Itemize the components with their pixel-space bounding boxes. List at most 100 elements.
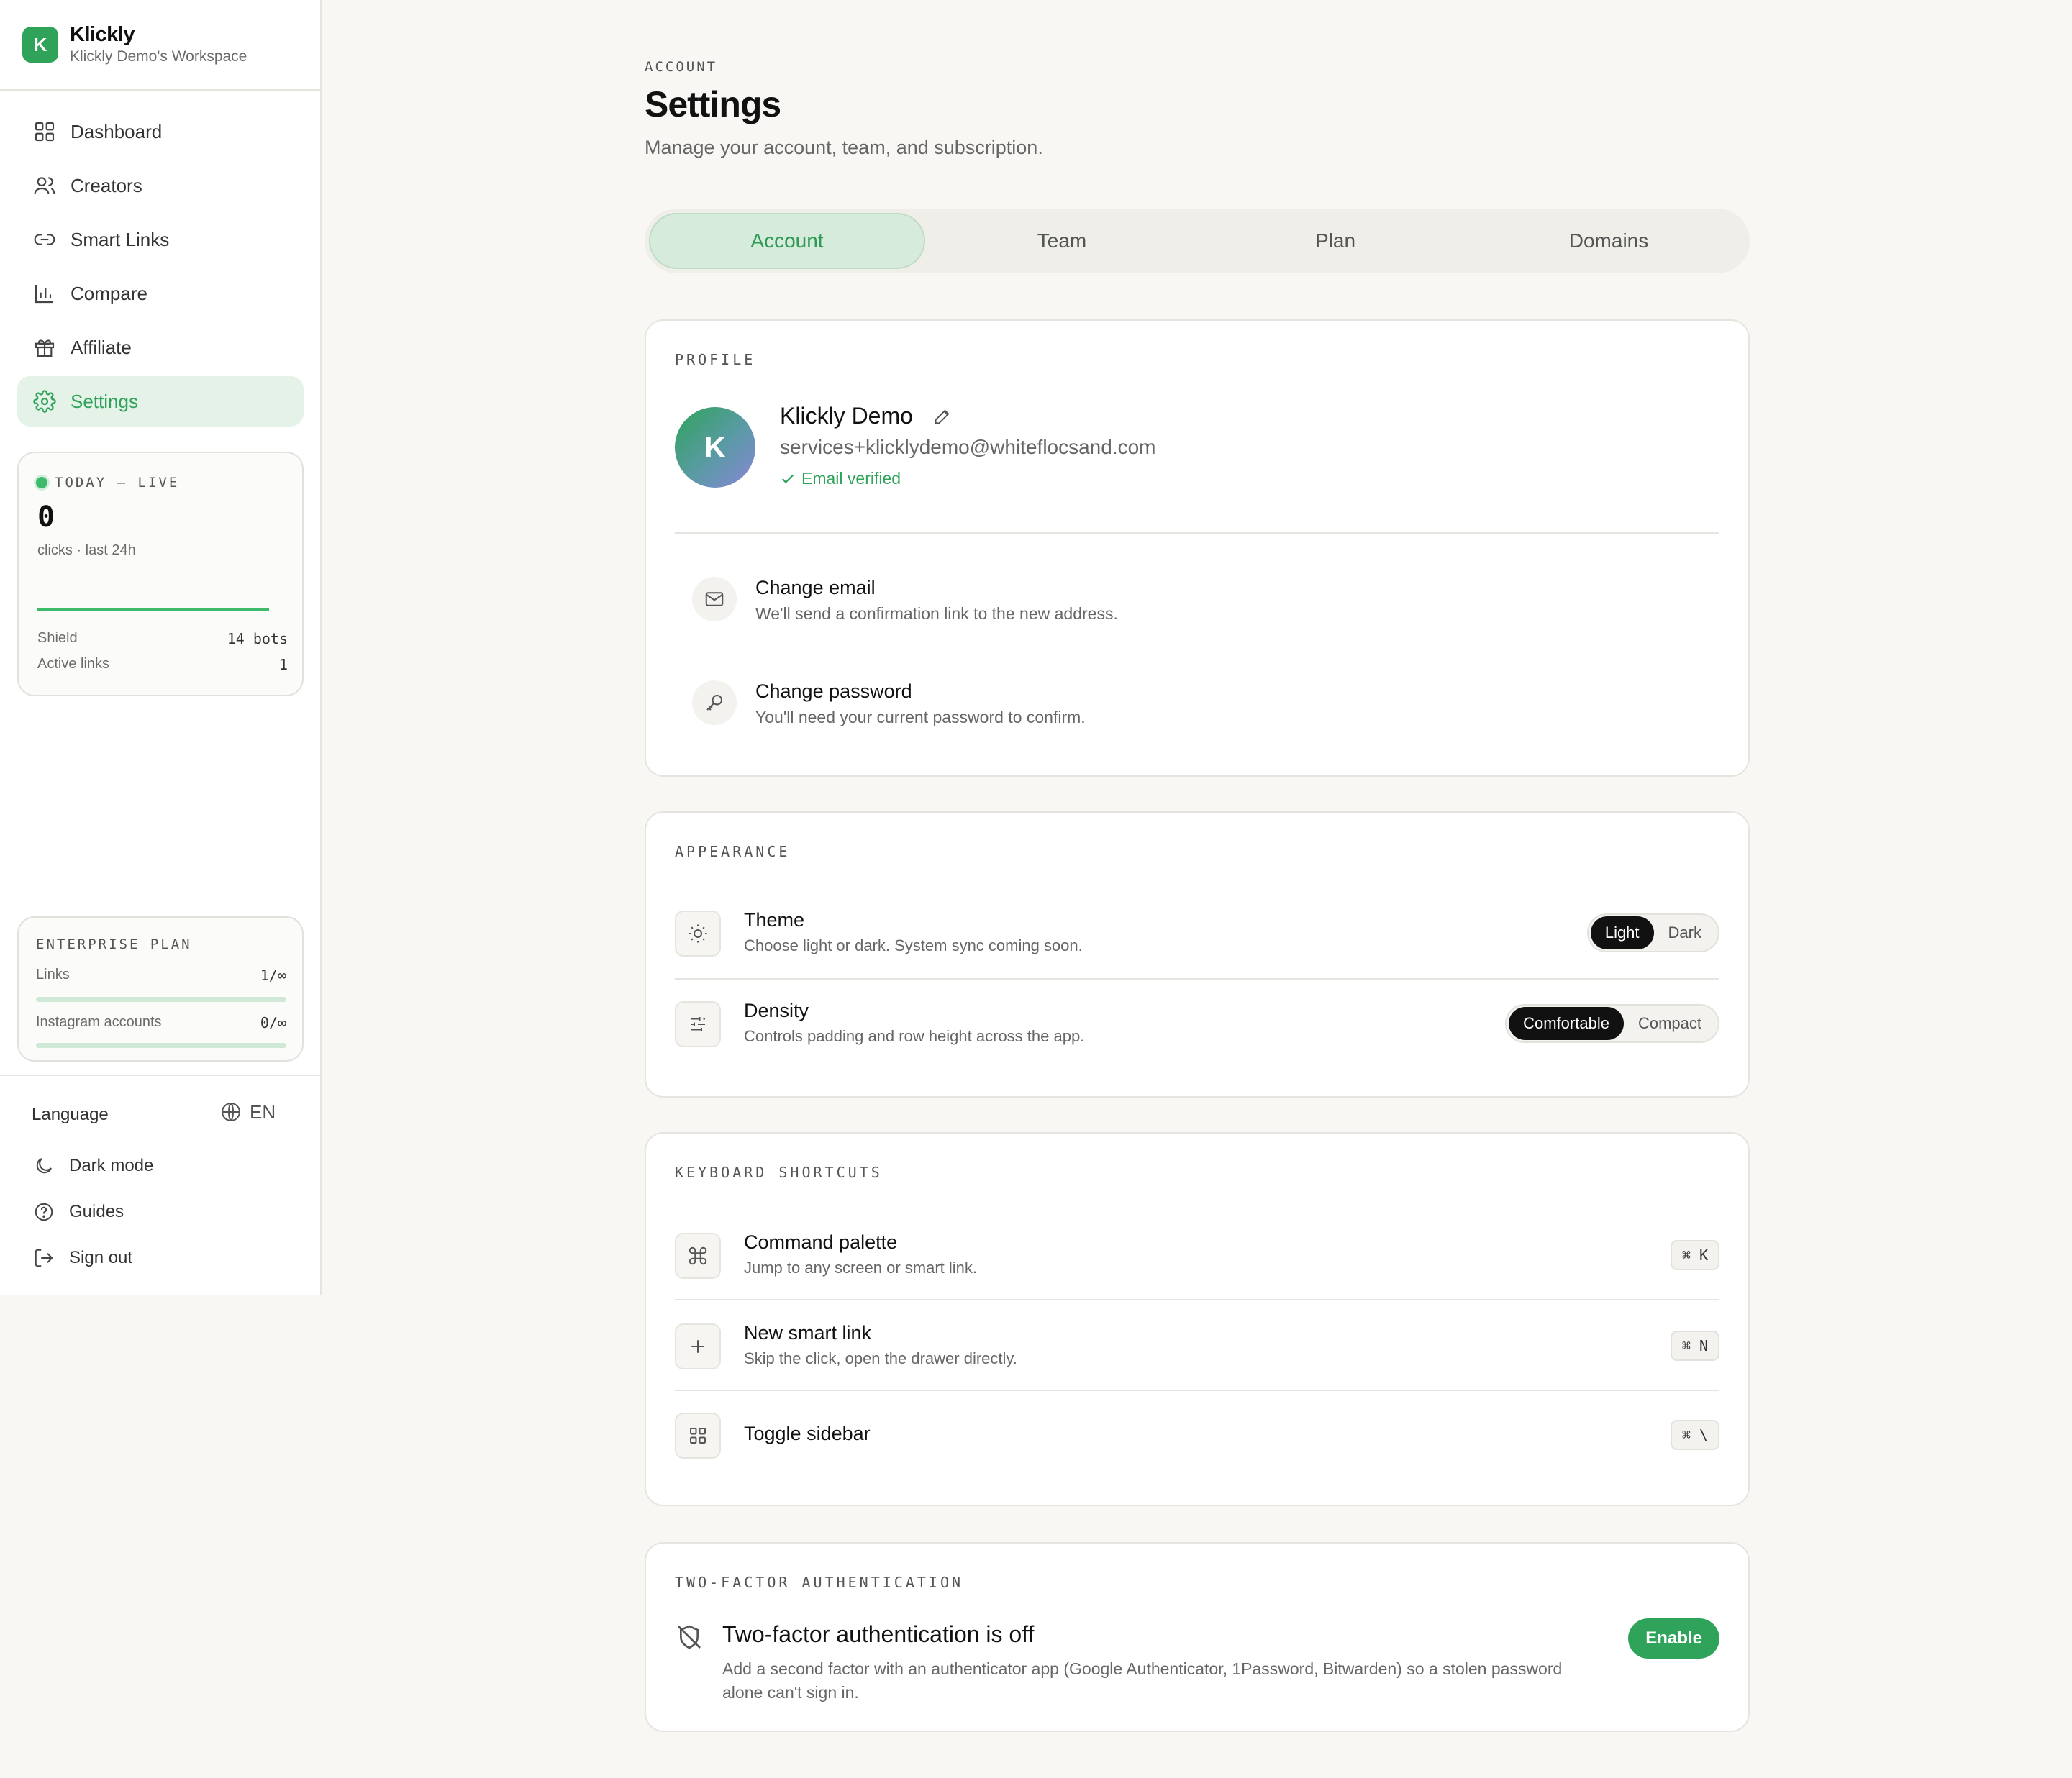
density-option-comfortable[interactable]: Comfortable [1509, 1007, 1624, 1040]
dark-mode-button[interactable]: Dark mode [32, 1154, 153, 1178]
plan-links-label: Links [36, 967, 70, 983]
sidebar-item-label: Smart Links [71, 228, 170, 250]
sidebar-item-label: Compare [71, 282, 147, 304]
pencil-icon[interactable] [932, 406, 953, 427]
appearance-card: APPEARANCE Theme Choose light or dark. S… [645, 811, 1750, 1098]
profile-name-row: Klickly Demo [780, 403, 953, 429]
page-eyebrow: ACCOUNT [645, 59, 718, 75]
gear-icon [32, 388, 58, 414]
sidebar-item-compare[interactable]: Compare [17, 268, 304, 319]
change-email-desc: We'll send a confirmation link to the ne… [755, 604, 1118, 623]
bar-chart-icon [32, 281, 58, 306]
language-selector[interactable]: EN [219, 1100, 276, 1123]
active-links-label: Active links [37, 656, 110, 672]
shortcut-key: ⌘ N [1670, 1331, 1719, 1361]
sidebar-item-affiliate[interactable]: Affiliate [17, 322, 304, 373]
shortcut-desc: Jump to any screen or smart link. [744, 1259, 978, 1277]
live-clicks-value: 0 [37, 501, 55, 534]
divider [675, 532, 1719, 534]
command-icon [675, 1233, 721, 1279]
shortcut-title: New smart link [744, 1322, 872, 1344]
density-toggle: Comfortable Compact [1505, 1004, 1719, 1043]
section-label: APPEARANCE [675, 843, 791, 860]
sidebar-item-settings[interactable]: Settings [17, 376, 304, 427]
enable-2fa-button[interactable]: Enable [1628, 1618, 1719, 1659]
profile-name: Klickly Demo [780, 403, 913, 429]
email-verified-badge: Email verified [780, 469, 901, 488]
moon-icon [32, 1154, 56, 1178]
sidebar-item-label: Settings [71, 390, 138, 412]
tab-team[interactable]: Team [925, 213, 1199, 269]
sun-icon [675, 911, 721, 957]
avatar[interactable]: K [675, 407, 755, 488]
mail-icon [692, 577, 737, 621]
divider [675, 978, 1719, 980]
shield-label: Shield [37, 630, 78, 646]
grid-icon [675, 1413, 721, 1459]
plan-card[interactable]: ENTERPRISE PLAN Links 1/∞ Instagram acco… [17, 916, 304, 1062]
density-option-compact[interactable]: Compact [1624, 1007, 1716, 1040]
theme-toggle: Light Dark [1586, 913, 1719, 952]
shield-value: 14 bots [227, 630, 288, 647]
help-circle-icon [32, 1200, 56, 1224]
change-password-title: Change password [755, 680, 912, 702]
plan-links-value: 1/∞ [260, 967, 286, 984]
sign-out-button[interactable]: Sign out [32, 1246, 132, 1270]
sidebar-item-dashboard[interactable]: Dashboard [17, 106, 304, 157]
log-out-icon [32, 1246, 56, 1270]
theme-title: Theme [744, 909, 805, 931]
live-label: TODAY — LIVE [55, 475, 180, 491]
live-clicks-caption: clicks · last 24h [37, 542, 136, 558]
shortcut-key: ⌘ \ [1670, 1420, 1719, 1450]
grid-icon [32, 119, 58, 145]
shortcut-title: Toggle sidebar [744, 1423, 871, 1444]
plus-icon [675, 1323, 721, 1369]
two-factor-card: TWO-FACTOR AUTHENTICATION Two-factor aut… [645, 1542, 1750, 1732]
shield-off-icon [675, 1623, 704, 1655]
brand[interactable]: K Klickly Klickly Demo's Workspace [0, 0, 320, 91]
change-email-title: Change email [755, 577, 876, 598]
sidebar-item-label: Affiliate [71, 336, 132, 358]
shortcut-title: Command palette [744, 1231, 898, 1253]
sidebar: K Klickly Klickly Demo's Workspace Dashb… [0, 0, 322, 1295]
brand-logo: K [22, 27, 58, 63]
workspace-name: Klickly Demo's Workspace [70, 48, 247, 65]
theme-option-light[interactable]: Light [1590, 916, 1654, 949]
live-sparkline [37, 608, 269, 611]
sidebar-nav: Dashboard Creators Smart Links Compare A… [17, 106, 304, 430]
key-icon [692, 680, 737, 725]
live-indicator [36, 477, 47, 488]
globe-icon [222, 1103, 240, 1121]
two-factor-desc: Add a second factor with an authenticato… [722, 1659, 1563, 1702]
tab-plan[interactable]: Plan [1199, 213, 1472, 269]
sidebar-item-smart-links[interactable]: Smart Links [17, 214, 304, 265]
users-icon [32, 173, 58, 199]
page-title: Settings [645, 84, 781, 124]
sidebar-footer: Language EN Dark mode Guides Sign out [0, 1075, 320, 1267]
language-value: EN [250, 1100, 276, 1123]
tab-domains[interactable]: Domains [1472, 213, 1745, 269]
live-stats-card: TODAY — LIVE 0 clicks · last 24h Shield … [17, 452, 304, 696]
density-desc: Controls padding and row height across t… [744, 1027, 1085, 1045]
sidebar-item-creators[interactable]: Creators [17, 160, 304, 211]
active-links-value: 1 [278, 656, 288, 673]
shortcut-key: ⌘ K [1670, 1240, 1719, 1270]
section-label: KEYBOARD SHORTCUTS [675, 1164, 883, 1181]
shortcut-desc: Skip the click, open the drawer directly… [744, 1349, 1017, 1367]
guides-link[interactable]: Guides [32, 1200, 124, 1224]
tab-account[interactable]: Account [649, 213, 925, 269]
theme-desc: Choose light or dark. System sync coming… [744, 936, 1083, 954]
sliders-icon [675, 1001, 721, 1047]
page-subtitle: Manage your account, team, and subscript… [645, 137, 1043, 158]
plan-links-bar [36, 997, 286, 1002]
shortcuts-card: KEYBOARD SHORTCUTS Command palette Jump … [645, 1132, 1750, 1506]
sidebar-item-label: Dashboard [71, 120, 163, 142]
profile-email: services+klicklydemo@whiteflocsand.com [780, 436, 1156, 458]
plan-ig-value: 0/∞ [260, 1014, 286, 1031]
language-label: Language [32, 1105, 109, 1124]
gift-icon [32, 334, 58, 360]
section-label: PROFILE [675, 351, 756, 368]
theme-option-dark[interactable]: Dark [1654, 916, 1716, 949]
plan-ig-bar [36, 1043, 286, 1048]
density-title: Density [744, 1000, 809, 1021]
